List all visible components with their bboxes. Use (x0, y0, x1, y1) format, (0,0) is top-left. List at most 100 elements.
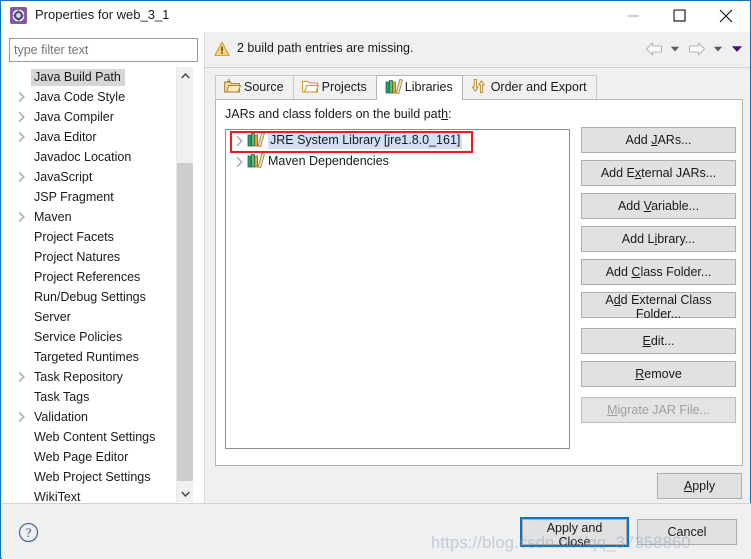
sidebar-item-label: Web Project Settings (34, 470, 151, 484)
sidebar-item-label: Java Compiler (34, 110, 114, 124)
close-icon[interactable] (703, 1, 749, 31)
sidebar-item-project-facets[interactable]: Project Facets (2, 227, 176, 247)
sidebar-item-java-compiler[interactable]: Java Compiler (2, 107, 176, 127)
sidebar-item-web-content-settings[interactable]: Web Content Settings (2, 427, 176, 447)
build-path-entry-row[interactable]: Maven Dependencies (226, 151, 569, 172)
sidebar-item-wikitext[interactable]: WikiText (2, 487, 176, 502)
migrate-jar-file-button: Migrate JAR File... (581, 397, 736, 423)
cancel-button[interactable]: Cancel (637, 519, 737, 545)
sidebar-item-web-page-editor[interactable]: Web Page Editor (2, 447, 176, 467)
chevron-right-icon[interactable] (17, 107, 29, 127)
sidebar-item-server[interactable]: Server (2, 307, 176, 327)
chevron-right-icon[interactable] (234, 151, 247, 172)
tab-order-and-export[interactable]: Order and Export (461, 75, 597, 99)
build-path-entries-list[interactable]: JRE System Library [jre1.8.0_161] Maven D… (225, 129, 570, 449)
minimize-button[interactable] (611, 1, 657, 31)
sidebar-item-targeted-runtimes[interactable]: Targeted Runtimes (2, 347, 176, 367)
sidebar-item-javascript[interactable]: JavaScript (2, 167, 176, 187)
sidebar-item-label: Project Facets (34, 230, 114, 244)
dialog-footer: ? Apply and Close Cancel (2, 503, 751, 559)
add-external-jars-button[interactable]: Add External JARs... (581, 160, 736, 186)
library-books-icon (247, 131, 266, 147)
chevron-right-icon[interactable] (17, 87, 29, 107)
tab-label: Source (244, 80, 284, 94)
add-library-button[interactable]: Add Library... (581, 226, 736, 252)
back-icon[interactable] (643, 39, 664, 59)
sidebar-item-run-debug-settings[interactable]: Run/Debug Settings (2, 287, 176, 307)
add-class-folder-button[interactable]: Add Class Folder... (581, 259, 736, 285)
sidebar-item-label: Task Tags (34, 390, 90, 404)
sidebar-item-label: Web Page Editor (34, 450, 129, 464)
sidebar-item-label: Java Code Style (34, 90, 126, 104)
tab-libraries[interactable]: Libraries (375, 75, 463, 100)
sidebar-item-label: WikiText (34, 490, 81, 502)
sidebar-item-label: Validation (34, 410, 88, 424)
add-variable-button[interactable]: Add Variable... (581, 193, 736, 219)
chevron-right-icon[interactable] (234, 130, 247, 151)
sidebar-item-validation[interactable]: Validation (2, 407, 176, 427)
back-dropdown-icon[interactable] (668, 39, 683, 59)
settings-tree[interactable]: Java Build Path Java Code Style Java Compi… (2, 67, 176, 502)
scroll-down-icon[interactable] (177, 485, 193, 502)
sidebar-item-label: Service Policies (34, 330, 123, 344)
sidebar-item-service-policies[interactable]: Service Policies (2, 327, 176, 347)
sidebar-item-java-build-path[interactable]: Java Build Path (2, 67, 176, 87)
warning-icon (213, 41, 231, 57)
chevron-right-icon[interactable] (17, 407, 29, 427)
sidebar-item-maven[interactable]: Maven (2, 207, 176, 227)
build-path-entry-label: JRE System Library [jre1.8.0_161] (268, 132, 463, 149)
add-jars-button[interactable]: Add JARs... (581, 127, 736, 153)
settings-navigation-panel: Java Build Path Java Code Style Java Compi… (2, 32, 204, 503)
order-export-icon (471, 78, 488, 94)
apply-and-close-button[interactable]: Apply and Close (520, 517, 629, 549)
sidebar-item-label: Task Repository (34, 370, 123, 384)
chevron-right-icon[interactable] (17, 367, 29, 387)
library-books-icon (247, 152, 266, 168)
sidebar-item-project-natures[interactable]: Project Natures (2, 247, 176, 267)
sidebar-item-java-editor[interactable]: Java Editor (2, 127, 176, 147)
scrollbar-thumb[interactable] (177, 163, 193, 481)
sidebar-item-label: JSP Fragment (34, 190, 114, 204)
svg-text:?: ? (26, 525, 32, 540)
forward-dropdown-icon[interactable] (711, 39, 726, 59)
maximize-button[interactable] (657, 1, 703, 31)
chevron-right-icon[interactable] (17, 207, 29, 227)
source-folder-icon (224, 78, 241, 94)
build-path-tabs[interactable]: Source Projects Libraries Order and Export (215, 75, 597, 100)
add-external-class-folder-button[interactable]: Add External Class Folder... (581, 292, 736, 321)
build-path-entry-row[interactable]: JRE System Library [jre1.8.0_161] (226, 130, 569, 153)
sidebar-item-task-tags[interactable]: Task Tags (2, 387, 176, 407)
apply-button[interactable]: Apply (657, 473, 742, 499)
sidebar-item-label: Maven (34, 210, 72, 224)
title-bar: Properties for web_3_1 (1, 1, 750, 32)
filter-input[interactable] (9, 38, 198, 62)
sidebar-item-label: Targeted Runtimes (34, 350, 139, 364)
sidebar-item-task-repository[interactable]: Task Repository (2, 367, 176, 387)
remove-button[interactable]: Remove (581, 361, 736, 387)
library-books-icon (385, 78, 403, 94)
scroll-up-icon[interactable] (177, 67, 193, 84)
settings-tree-scrollbar[interactable] (176, 67, 193, 502)
sidebar-item-label: Server (34, 310, 71, 324)
sidebar-item-label: Java Build Path (31, 69, 125, 86)
tab-source[interactable]: Source (215, 75, 294, 99)
sidebar-item-javadoc-location[interactable]: Javadoc Location (2, 147, 176, 167)
forward-icon[interactable] (686, 39, 707, 59)
status-banner: 2 build path entries are missing. (205, 32, 750, 68)
sidebar-item-java-code-style[interactable]: Java Code Style (2, 87, 176, 107)
sidebar-item-label: Javadoc Location (34, 150, 132, 164)
tab-projects[interactable]: Projects (292, 75, 377, 99)
tab-label: Libraries (404, 80, 453, 94)
eclipse-properties-icon (10, 7, 27, 24)
sidebar-item-jsp-fragment[interactable]: JSP Fragment (2, 187, 176, 207)
chevron-right-icon[interactable] (17, 167, 29, 187)
sidebar-item-web-project-settings[interactable]: Web Project Settings (2, 467, 176, 487)
sidebar-item-project-references[interactable]: Project References (2, 267, 176, 287)
libraries-list-label: JARs and class folders on the build path… (225, 107, 452, 121)
edit-button[interactable]: Edit... (581, 328, 736, 354)
help-question-icon[interactable]: ? (18, 522, 39, 543)
sidebar-item-label: Java Editor (34, 130, 97, 144)
sidebar-item-label: Run/Debug Settings (34, 290, 146, 304)
view-menu-icon[interactable] (729, 39, 744, 59)
chevron-right-icon[interactable] (17, 127, 29, 147)
